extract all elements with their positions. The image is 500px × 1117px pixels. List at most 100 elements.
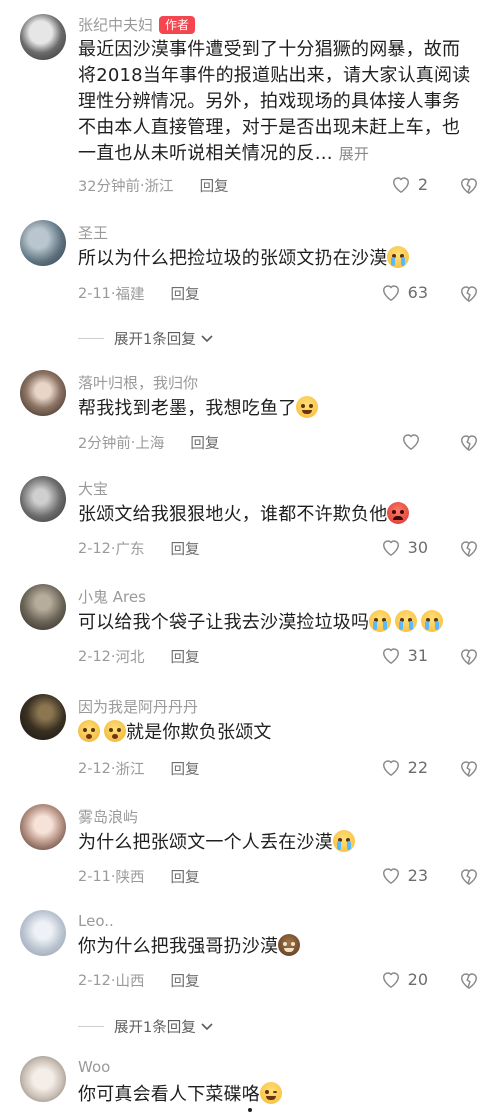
like-button[interactable]: 30 (380, 537, 428, 557)
like-count: 23 (407, 865, 428, 885)
like-count: 20 (407, 969, 428, 989)
comment-text: 就是你欺负张颂文 (126, 722, 272, 743)
reply-button[interactable]: 回复 (171, 758, 200, 779)
nickname[interactable]: 因为我是阿丹丹丹 (78, 696, 198, 717)
heart-icon (382, 868, 399, 885)
comment-item: 大宝 张颂文给我狠狠地火，谁都不许欺负他 2-12 · 广东 回复 30 (0, 472, 500, 572)
avatar[interactable] (20, 804, 66, 850)
comment-text: 最近因沙漠事件遭受到了十分猖獗的网暴，故而将2018当年事件的报道贴出来，请大家… (78, 37, 478, 167)
comment-text-content: 最近因沙漠事件遭受到了十分猖獗的网暴，故而将2018当年事件的报道贴出来，请大家… (78, 39, 471, 164)
nickname[interactable]: Leo.. (78, 912, 114, 930)
dislike-button[interactable] (458, 538, 480, 562)
avatar[interactable] (20, 14, 66, 60)
like-button[interactable] (400, 431, 428, 451)
cry-emoji (387, 246, 410, 268)
avatar[interactable] (20, 584, 66, 630)
reply-button[interactable]: 回复 (190, 432, 219, 453)
comment-time: 2-12 (78, 648, 111, 665)
expand-replies-button[interactable]: 展开1条回复 (78, 1016, 214, 1037)
broken-heart-icon (460, 178, 478, 195)
expand-replies-label: 展开1条回复 (114, 332, 196, 348)
comment-item: 雾岛浪屿 为什么把张颂文一个人丢在沙漠 2-11 · 陕西 回复 23 (0, 800, 500, 900)
cry-emoji (332, 830, 355, 852)
comment-location: 河北 (115, 650, 145, 666)
reply-button[interactable]: 回复 (171, 283, 200, 304)
broken-heart-icon (460, 869, 478, 886)
divider-line (78, 1026, 104, 1027)
heart-icon (382, 760, 399, 777)
comment-time: 2分钟前 (78, 436, 131, 452)
reply-button[interactable]: 回复 (200, 175, 229, 196)
laugh-emoji (296, 396, 319, 418)
comment-time: 2-12 (78, 540, 111, 557)
chevron-down-icon (201, 1022, 213, 1030)
nickname[interactable]: Woo (78, 1058, 110, 1076)
like-button[interactable]: 20 (380, 969, 428, 989)
avatar[interactable] (20, 476, 66, 522)
comment-time: 2-12 (78, 760, 111, 777)
broken-heart-icon (460, 435, 478, 452)
avatar[interactable] (20, 694, 66, 740)
nickname[interactable]: 圣王 (78, 222, 108, 243)
page-indicator-dot (248, 1108, 252, 1112)
divider-line (78, 338, 104, 339)
dislike-button[interactable] (458, 758, 480, 782)
reply-button[interactable]: 回复 (171, 538, 200, 559)
nickname[interactable]: 落叶归根，我归你 (78, 372, 198, 393)
avatar[interactable] (20, 1056, 66, 1102)
expand-text-link[interactable]: 展开 (339, 145, 369, 163)
like-count: 22 (407, 757, 428, 777)
like-button[interactable]: 22 (380, 757, 428, 777)
dislike-button[interactable] (458, 283, 480, 307)
like-count: 30 (407, 537, 428, 557)
heart-icon (392, 177, 409, 194)
like-button[interactable]: 31 (380, 645, 428, 665)
comment-location: 陕西 (115, 870, 145, 886)
expand-replies-button[interactable]: 展开1条回复 (78, 328, 214, 349)
dislike-button[interactable] (458, 175, 480, 199)
nickname[interactable]: 大宝 (78, 478, 108, 499)
avatar[interactable] (20, 370, 66, 416)
dislike-button[interactable] (458, 866, 480, 890)
broken-heart-icon (460, 761, 478, 778)
dizzy-emoji (78, 720, 100, 742)
nickname[interactable]: 小鬼 Ares (78, 586, 146, 607)
dislike-button[interactable] (458, 970, 480, 994)
avatar[interactable] (20, 910, 66, 956)
cry-emoji (395, 610, 418, 632)
heart-icon (382, 540, 399, 557)
angry-emoji (387, 502, 410, 524)
avatar[interactable] (20, 220, 66, 266)
comment-text: 帮我找到老墨，我想吃鱼了 (78, 398, 297, 419)
comment-item: 圣王 所以为什么把捡垃圾的张颂文扔在沙漠 2-11 · 福建 回复 63 (0, 214, 500, 314)
comment-item: 张纪中夫妇 作者 最近因沙漠事件遭受到了十分猖獗的网暴，故而将2018当年事件的… (0, 0, 500, 200)
nickname[interactable]: 张纪中夫妇 (78, 14, 153, 35)
reply-button[interactable]: 回复 (171, 970, 200, 991)
comment-text: 所以为什么把捡垃圾的张颂文扔在沙漠 (78, 248, 388, 269)
chevron-down-icon (201, 334, 213, 342)
comment-text: 张颂文给我狠狠地火，谁都不许欺负他 (78, 504, 388, 525)
comment-text: 可以给我个袋子让我去沙漠捡垃圾吗 (78, 612, 370, 633)
nickname[interactable]: 雾岛浪屿 (78, 806, 138, 827)
like-button[interactable]: 23 (380, 865, 428, 885)
broken-heart-icon (460, 973, 478, 990)
cry-emoji (369, 610, 392, 632)
author-badge: 作者 (159, 15, 196, 34)
broken-heart-icon (460, 541, 478, 558)
comment-location: 上海 (135, 436, 165, 452)
comment-text: 你为什么把我强哥扔沙漠 (78, 936, 279, 957)
broken-heart-icon (460, 286, 478, 303)
dislike-button[interactable] (458, 432, 480, 456)
cry-emoji (421, 610, 444, 632)
like-button[interactable]: 63 (380, 282, 428, 302)
reply-button[interactable]: 回复 (171, 866, 200, 887)
broken-heart-icon (460, 649, 478, 666)
like-count: 2 (417, 174, 428, 194)
comment-item: Leo.. 你为什么把我强哥扔沙漠 2-12 · 山西 回复 20 (0, 906, 500, 1006)
reply-button[interactable]: 回复 (171, 646, 200, 667)
like-button[interactable]: 2 (390, 174, 428, 194)
expand-replies-label: 展开1条回复 (114, 1020, 196, 1036)
comment-text: 为什么把张颂文一个人丢在沙漠 (78, 832, 333, 853)
dislike-button[interactable] (458, 646, 480, 670)
like-count: 31 (407, 645, 428, 665)
